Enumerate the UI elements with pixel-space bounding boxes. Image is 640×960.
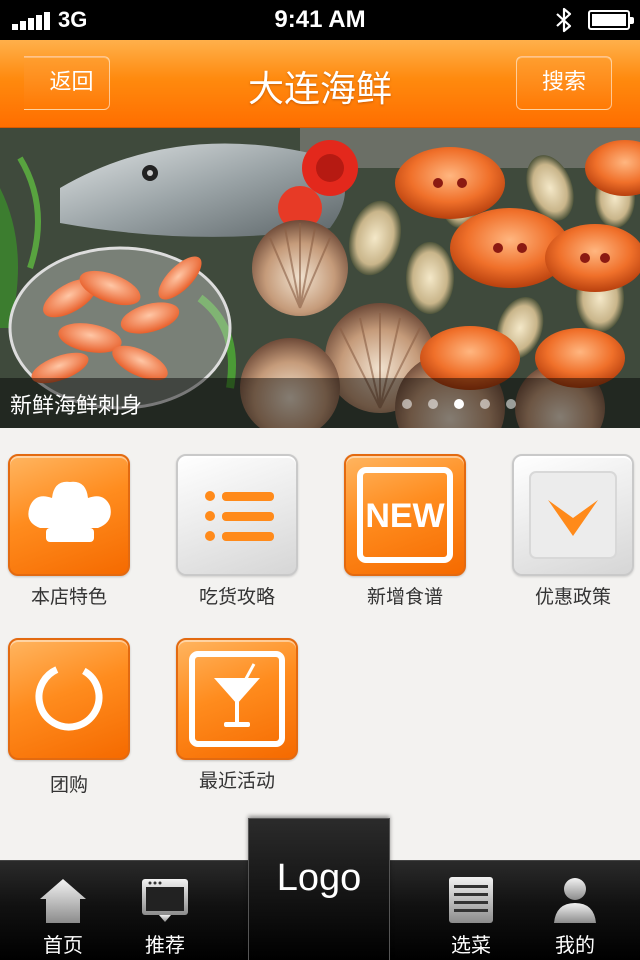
- pager-dot-active[interactable]: [454, 399, 464, 409]
- nav-bar: 返回 大连海鲜 搜索: [0, 40, 640, 128]
- grid-item-label: 新增食谱: [366, 586, 443, 608]
- menu-list-icon: [449, 877, 493, 923]
- grid-item-new-recipes[interactable]: NEW 新增食谱: [336, 454, 486, 614]
- tab-label: 我的: [555, 933, 595, 957]
- grid-item-specialty[interactable]: 本店特色: [0, 454, 150, 614]
- ring-icon: [8, 638, 130, 760]
- bluetooth-icon: [556, 7, 572, 33]
- status-time: 9:41 AM: [274, 6, 366, 33]
- grid-item-guide[interactable]: 吃货攻略: [168, 454, 318, 614]
- grid-item-label: 本店特色: [30, 586, 107, 608]
- monitor-icon: [142, 879, 188, 922]
- banner-caption-bar: 新鲜海鲜刺身: [0, 378, 640, 428]
- chevron-down-icon: [512, 454, 634, 576]
- tab-label: 首页: [43, 933, 83, 957]
- new-badge-icon: NEW: [344, 454, 466, 576]
- battery-icon: [588, 10, 634, 30]
- tab-recommend[interactable]: 推荐: [120, 861, 210, 960]
- new-badge-text: NEW: [365, 497, 445, 535]
- tab-choose-dishes[interactable]: 选菜: [426, 861, 516, 960]
- search-button[interactable]: 搜索: [516, 56, 612, 110]
- banner-carousel[interactable]: 新鲜海鲜刺身: [0, 128, 640, 428]
- pager-dot[interactable]: [402, 399, 412, 409]
- status-bar: 3G 9:41 AM: [0, 0, 640, 40]
- tab-label: 推荐: [145, 933, 185, 957]
- cocktail-icon: [176, 638, 298, 760]
- banner-caption: 新鲜海鲜刺身: [10, 394, 143, 419]
- grid-item-label: 团购: [49, 774, 88, 796]
- chef-hat-icon: [8, 454, 130, 576]
- grid-item-group-buy[interactable]: 团购: [0, 638, 150, 798]
- tab-mine[interactable]: 我的: [530, 861, 620, 960]
- grid-item-label: 优惠政策: [534, 586, 611, 608]
- grid-item-recent-events[interactable]: 最近活动: [168, 638, 318, 798]
- tab-home[interactable]: 首页: [18, 861, 108, 960]
- home-icon: [40, 879, 86, 923]
- feature-grid: 本店特色 吃货攻略 NEW 新增食谱 优惠政策 团购 最近活动: [0, 428, 640, 860]
- banner-pager[interactable]: [402, 399, 516, 409]
- grid-item-label: 最近活动: [198, 770, 275, 792]
- list-icon: [176, 454, 298, 576]
- user-icon: [554, 878, 596, 923]
- grid-item-label: 吃货攻略: [198, 586, 275, 608]
- pager-dot[interactable]: [480, 399, 490, 409]
- logo-text: Logo: [276, 857, 362, 899]
- tab-label: 选菜: [451, 933, 491, 957]
- pager-dot[interactable]: [506, 399, 516, 409]
- logo-button[interactable]: Logo: [248, 818, 390, 960]
- grid-item-promotions[interactable]: 优惠政策: [504, 454, 640, 614]
- pager-dot[interactable]: [428, 399, 438, 409]
